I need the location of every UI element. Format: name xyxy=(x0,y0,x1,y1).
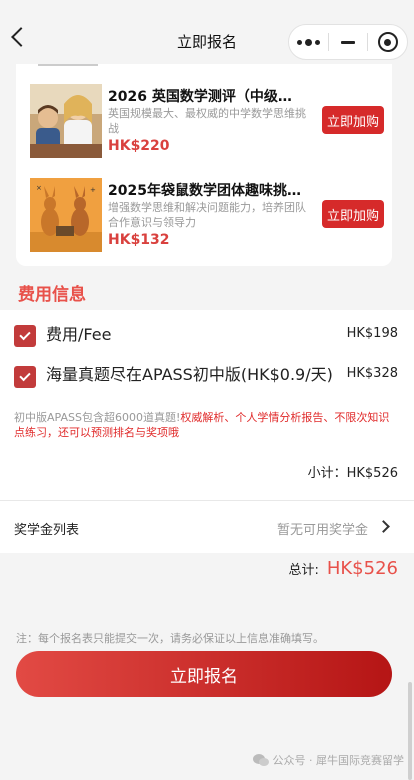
total-amount: HK$526 xyxy=(326,558,398,579)
fee-panel: 费用/Fee HK$198 海量真题尽在APASS初中版(HK$0.9/天) H… xyxy=(0,310,414,500)
fee-label: 费用/Fee xyxy=(46,325,112,344)
scholarship-row[interactable]: 奖学金列表 暂无可用奖学金 xyxy=(0,501,414,553)
chevron-right-icon xyxy=(377,520,390,533)
watermark: 公众号 · 犀牛国际竞赛留学 xyxy=(252,752,405,768)
back-icon[interactable] xyxy=(11,27,31,47)
product-item: 2026 英国数学测评（中级… 英国规模最大、最权威的中学数学思维挑战 HK$2… xyxy=(30,84,384,158)
mini-program-capsule xyxy=(288,24,408,60)
fee-checkbox[interactable] xyxy=(14,325,36,347)
product-price: HK$132 xyxy=(108,232,170,248)
product-name: 2026 英国数学测评（中级… xyxy=(108,89,292,105)
close-target-icon xyxy=(377,32,398,52)
product-card: 2026 英国数学测评（中级… 英国规模最大、最权威的中学数学思维挑战 HK$2… xyxy=(16,64,392,266)
scrollbar[interactable] xyxy=(408,682,412,780)
product-image-kangaroos: × + xyxy=(30,178,102,252)
minimize-icon xyxy=(341,40,355,44)
add-to-cart-button[interactable]: 立即加购 xyxy=(322,106,384,134)
total-row: 总计: HK$526 xyxy=(288,558,398,579)
fee-section-title: 费用信息 xyxy=(18,285,86,305)
product-price: HK$220 xyxy=(108,138,170,154)
scholarship-label: 奖学金列表 xyxy=(14,523,80,538)
apass-label: 海量真题尽在APASS初中版(HK$0.9/天) xyxy=(46,365,333,384)
scholarship-value: 暂无可用奖学金 xyxy=(276,523,368,538)
card-divider xyxy=(38,64,98,66)
more-icon xyxy=(296,38,320,46)
apass-checkbox[interactable] xyxy=(14,366,36,388)
page-title: 立即报名 xyxy=(176,32,237,51)
wechat-icon xyxy=(252,754,269,766)
watermark-text: 公众号 · 犀牛国际竞赛留学 xyxy=(272,754,405,767)
nav-bar: 立即报名 xyxy=(0,0,414,64)
submit-notice: 注：每个报名表只能提交一次，请务必保证以上信息准确填写。 xyxy=(16,632,324,645)
total-label: 总计: xyxy=(288,563,319,578)
svg-text:+: + xyxy=(90,186,96,194)
product-image-students xyxy=(30,84,102,158)
close-button[interactable] xyxy=(368,25,407,59)
submit-button[interactable]: 立即报名 xyxy=(16,651,392,697)
product-name: 2025年袋鼠数学团体趣味挑… xyxy=(108,183,301,199)
add-to-cart-button[interactable]: 立即加购 xyxy=(322,200,384,228)
more-button[interactable] xyxy=(289,25,328,59)
minimize-button[interactable] xyxy=(329,25,368,59)
product-desc: 英国规模最大、最权威的中学数学思维挑战 xyxy=(108,107,306,135)
apass-note-gray: 初中版APASS包含超6000道真题! xyxy=(14,411,181,424)
product-desc: 增强数学思维和解决问题能力，培养团队合作意识与领导力 xyxy=(108,201,306,229)
svg-text:×: × xyxy=(36,184,42,192)
product-item: × + 2025年袋鼠数学团体趣味挑… 增强数学思维和解决问题能力，培养团队合作… xyxy=(30,178,384,252)
apass-note: 初中版APASS包含超6000道真题!权威解析、个人学情分析报告、不限次知识点练… xyxy=(14,410,400,440)
apass-amount: HK$328 xyxy=(346,366,398,381)
fee-amount: HK$198 xyxy=(346,326,398,341)
subtotal: 小计：HK$526 xyxy=(307,466,398,481)
